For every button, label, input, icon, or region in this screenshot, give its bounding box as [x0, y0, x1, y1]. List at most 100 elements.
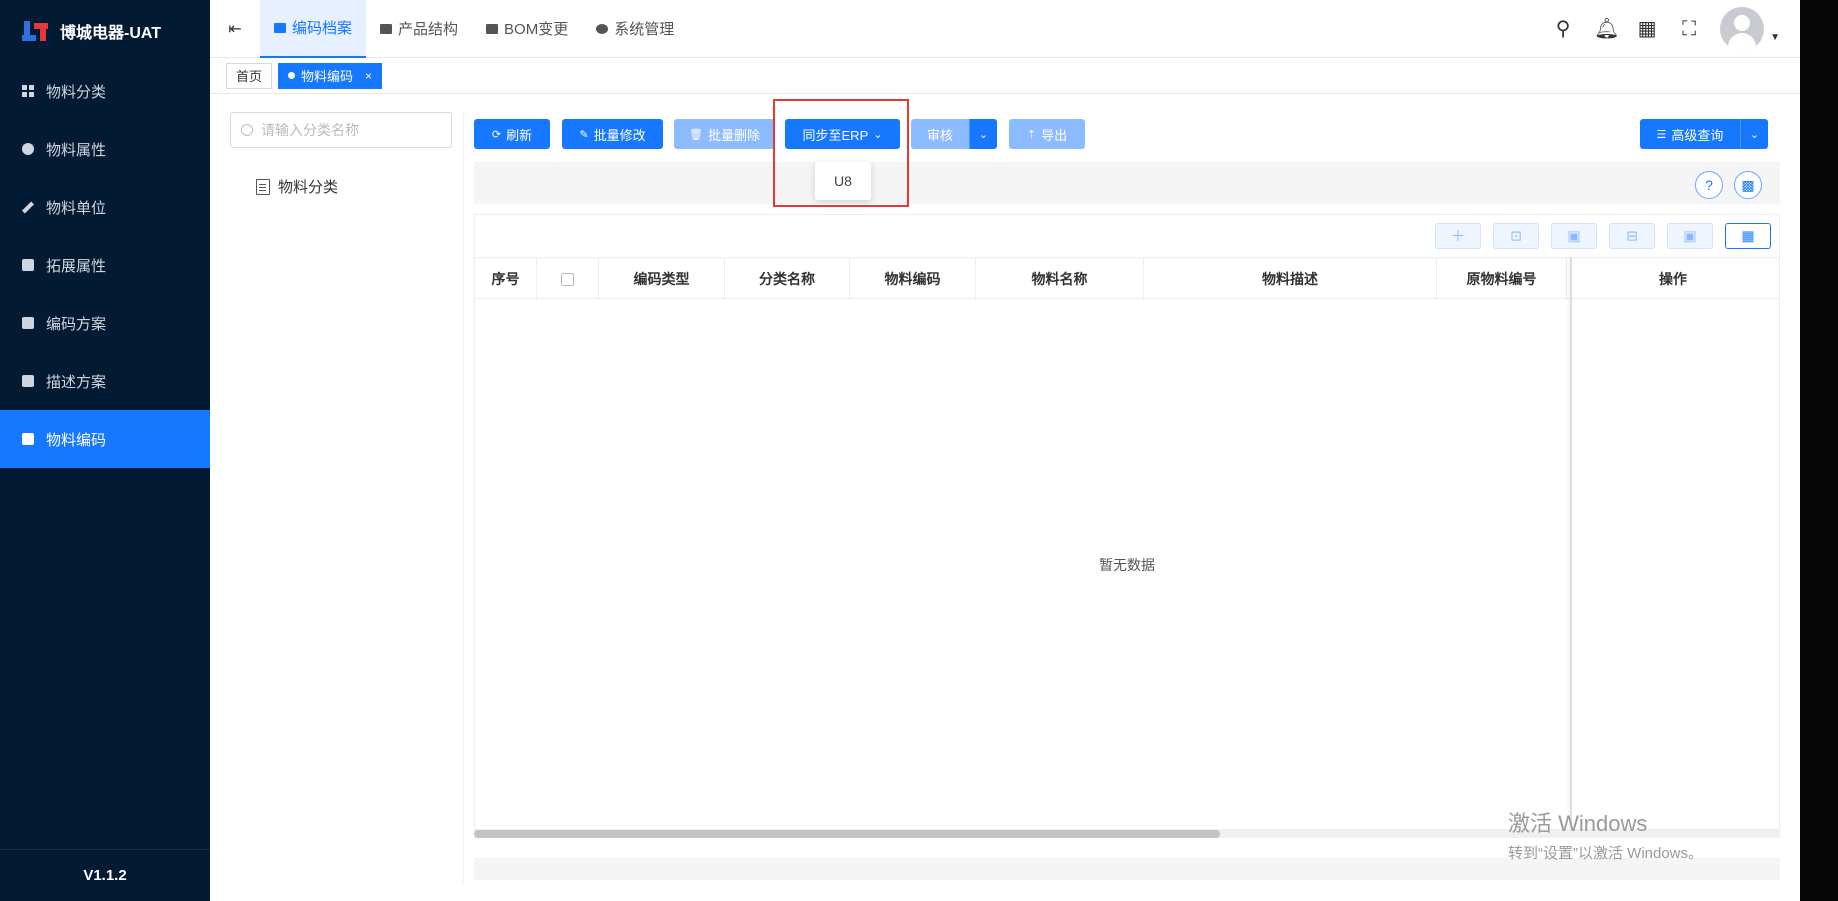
chevron-down-icon: ⌄ [1749, 128, 1760, 141]
apps-icon[interactable]: ▦ [1636, 18, 1658, 40]
chevron-down-icon[interactable]: ▼ [1770, 32, 1780, 43]
document-icon [256, 178, 270, 195]
data-table: ＋ ⊡ ▣ ⊟ ▣ ▦ 序号 编码类型 分类名称 物料编码 物料名称 物料描述 … [474, 214, 1780, 830]
collapse-menu-icon[interactable]: ⇤ [210, 19, 260, 39]
batch-edit-button[interactable]: ✎ 批量修改 [562, 119, 663, 149]
chevron-down-icon: ⌄ [978, 128, 989, 141]
tab-label: 系统管理 [614, 21, 675, 38]
audit-dropdown-button[interactable]: ⌄ [969, 119, 997, 149]
advanced-query-label: 高级查询 [1671, 127, 1724, 143]
tab-product-structure[interactable]: 产品结构 [366, 0, 472, 58]
tag-material-code[interactable]: 物料编码 × [278, 62, 383, 89]
tag-label: 物料编码 [301, 69, 354, 84]
sidebar-item-coding-scheme[interactable]: 编码方案 [0, 294, 210, 352]
sync-erp-label: 同步至ERP [802, 127, 869, 143]
advanced-query-button[interactable]: ☰ 高级查询 [1640, 119, 1740, 149]
sidebar: 博城电器-UAT 物料分类 物料属性 物料单位 拓展属性 编码方案 描述方案 物… [0, 0, 210, 901]
top-navbar: ⇤ 编码档案 产品结构 BOM变更 系统管理 ⚲ 🔔︎ ▦ ⛶ ▼ [210, 0, 1800, 58]
print-icon[interactable]: ▣ [1667, 223, 1713, 249]
sidebar-item-label: 拓展属性 [46, 257, 107, 275]
column-material-name[interactable]: 物料名称 [976, 258, 1144, 300]
advanced-query-dropdown-button[interactable]: ⌄ [1740, 119, 1768, 149]
folder-icon [274, 22, 286, 33]
export-label: 导出 [1041, 127, 1068, 143]
refresh-button[interactable]: ⟳ 刷新 [474, 119, 550, 149]
watermark-title: 激活 Windows [1508, 811, 1648, 836]
edit-icon: ✎ [579, 128, 589, 141]
columns-icon[interactable]: ▦ [1725, 223, 1771, 249]
column-index: 序号 [475, 258, 537, 300]
search-placeholder: 请输入分类名称 [261, 122, 359, 138]
layers-icon [380, 23, 393, 34]
sidebar-item-label: 物料分类 [46, 83, 107, 101]
column-material-description[interactable]: 物料描述 [1144, 258, 1437, 300]
active-dot-icon [288, 72, 296, 79]
sidebar-item-extended-attribute[interactable]: 拓展属性 [0, 236, 210, 294]
erp-dropdown-option-u8[interactable]: U8 [815, 162, 871, 200]
tab-bom-change[interactable]: BOM变更 [472, 0, 582, 58]
upload-icon: ⇡ [1026, 128, 1037, 141]
search-icon[interactable]: ⚲ [1552, 18, 1574, 40]
watermark-subtitle: 转到“设置”以激活 Windows。 [1508, 845, 1704, 862]
batch-edit-label: 批量修改 [593, 127, 646, 143]
tab-label: 产品结构 [398, 21, 459, 38]
column-original-material-number[interactable]: 原物料编号 [1437, 258, 1567, 300]
windows-activation-watermark: 激活 Windows 转到“设置”以激活 Windows。 [1508, 806, 1703, 863]
bell-icon[interactable]: 🔔︎ [1594, 18, 1619, 40]
sidebar-item-material-unit[interactable]: 物料单位 [0, 178, 210, 236]
import-icon[interactable]: ⊡ [1493, 223, 1539, 249]
sidebar-item-label: 描述方案 [46, 373, 107, 391]
column-code-type[interactable]: 编码类型 [599, 258, 725, 300]
refresh-icon: ⟳ [491, 128, 502, 141]
help-icon[interactable]: ? [1695, 171, 1723, 199]
sidebar-item-label: 物料单位 [46, 199, 107, 217]
tag-home[interactable]: 首页 [226, 62, 273, 89]
filter-icon: ☰ [1656, 128, 1667, 141]
batch-delete-button[interactable]: 🗑︎ 批量删除 [674, 119, 775, 149]
search-icon [241, 124, 253, 136]
tree-node-root[interactable]: 物料分类 [256, 176, 463, 197]
add-icon[interactable]: ＋ [1435, 223, 1481, 249]
image-icon [22, 259, 34, 271]
sidebar-item-description-scheme[interactable]: 描述方案 [0, 352, 210, 410]
close-icon[interactable]: × [365, 69, 372, 83]
chevron-down-icon: ⌄ [873, 128, 883, 141]
grid-icon [22, 85, 34, 97]
batch-delete-label: 批量删除 [707, 127, 760, 143]
avatar[interactable] [1720, 6, 1765, 51]
sidebar-item-material-attribute[interactable]: 物料属性 [0, 120, 210, 178]
sync-erp-button[interactable]: 同步至ERP ⌄ [785, 119, 900, 149]
category-search-input[interactable]: 请输入分类名称 [230, 112, 452, 148]
select-all-checkbox[interactable] [561, 272, 574, 286]
column-category-name[interactable]: 分类名称 [725, 258, 850, 300]
column-material-code[interactable]: 物料编码 [850, 258, 976, 300]
tab-label: BOM变更 [504, 21, 569, 38]
tags-bar: 首页 物料编码 × [210, 58, 1800, 94]
category-tree-panel: 请输入分类名称 物料分类 [230, 112, 464, 882]
excel-icon[interactable]: ▣ [1551, 223, 1597, 249]
qrcode-icon[interactable]: ▩ [1734, 171, 1762, 199]
table-tools: ＋ ⊡ ▣ ⊟ ▣ ▦ [1435, 223, 1771, 249]
tab-system-management[interactable]: 系统管理 [582, 0, 688, 58]
top-icons: ⚲ 🔔︎ ▦ ⛶ ▼ [1552, 6, 1800, 51]
version-label: V1.1.2 [0, 849, 210, 901]
tab-coding-archive[interactable]: 编码档案 [260, 0, 367, 58]
query-band [474, 162, 1780, 204]
sidebar-item-label: 编码方案 [46, 315, 107, 333]
fixed-actions-column [1570, 257, 1779, 829]
column-select-all[interactable] [537, 258, 599, 300]
box-icon [22, 375, 34, 387]
sidebar-item-material-code[interactable]: 物料编码 [0, 410, 210, 468]
sidebar-item-label: 物料属性 [46, 141, 107, 159]
chart-icon [486, 23, 499, 34]
sidebar-item-material-category[interactable]: 物料分类 [0, 62, 210, 120]
export-button[interactable]: ⇡ 导出 [1009, 119, 1085, 149]
fullscreen-icon[interactable]: ⛶ [1678, 18, 1700, 40]
brand-name: 博城电器-UAT [60, 25, 162, 42]
audit-button[interactable]: 审核 [911, 119, 969, 149]
scrollbar-thumb[interactable] [474, 830, 1220, 838]
copy-icon[interactable]: ⊟ [1609, 223, 1655, 249]
refresh-label: 刷新 [506, 127, 533, 143]
info-icon [22, 143, 34, 155]
pen-icon [21, 200, 35, 214]
